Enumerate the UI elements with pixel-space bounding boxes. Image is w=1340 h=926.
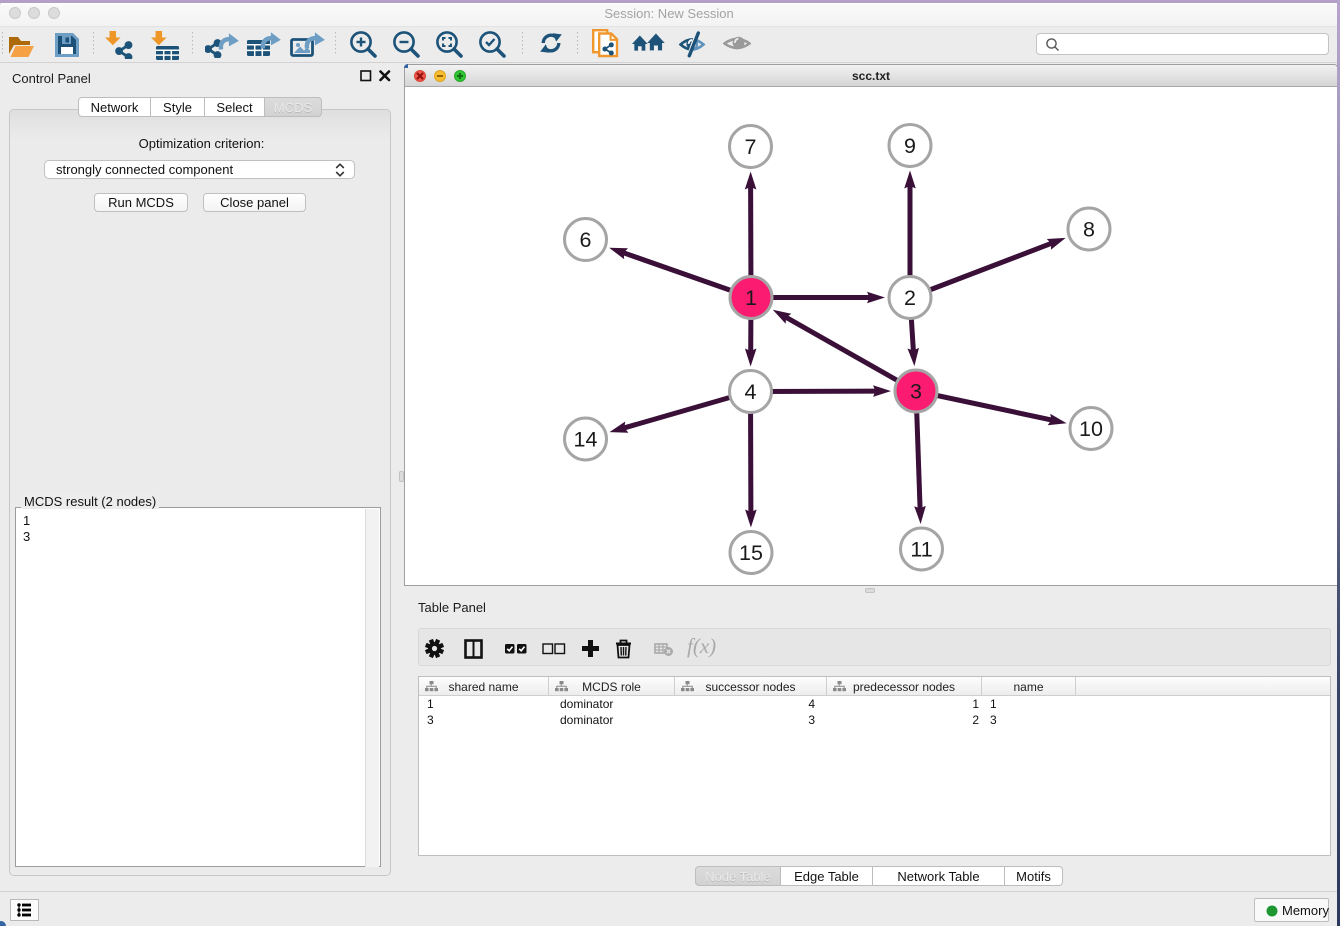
svg-text:10: 10 [1079,417,1103,441]
svg-text:9: 9 [904,134,916,158]
svg-text:4: 4 [745,380,757,404]
svg-text:6: 6 [580,228,592,252]
svg-text:2: 2 [904,286,916,310]
svg-text:8: 8 [1083,218,1095,242]
svg-text:14: 14 [574,428,598,452]
svg-text:1: 1 [745,286,757,310]
svg-text:7: 7 [745,135,757,159]
svg-text:11: 11 [910,538,932,562]
svg-text:3: 3 [910,380,922,404]
svg-text:15: 15 [739,541,763,565]
